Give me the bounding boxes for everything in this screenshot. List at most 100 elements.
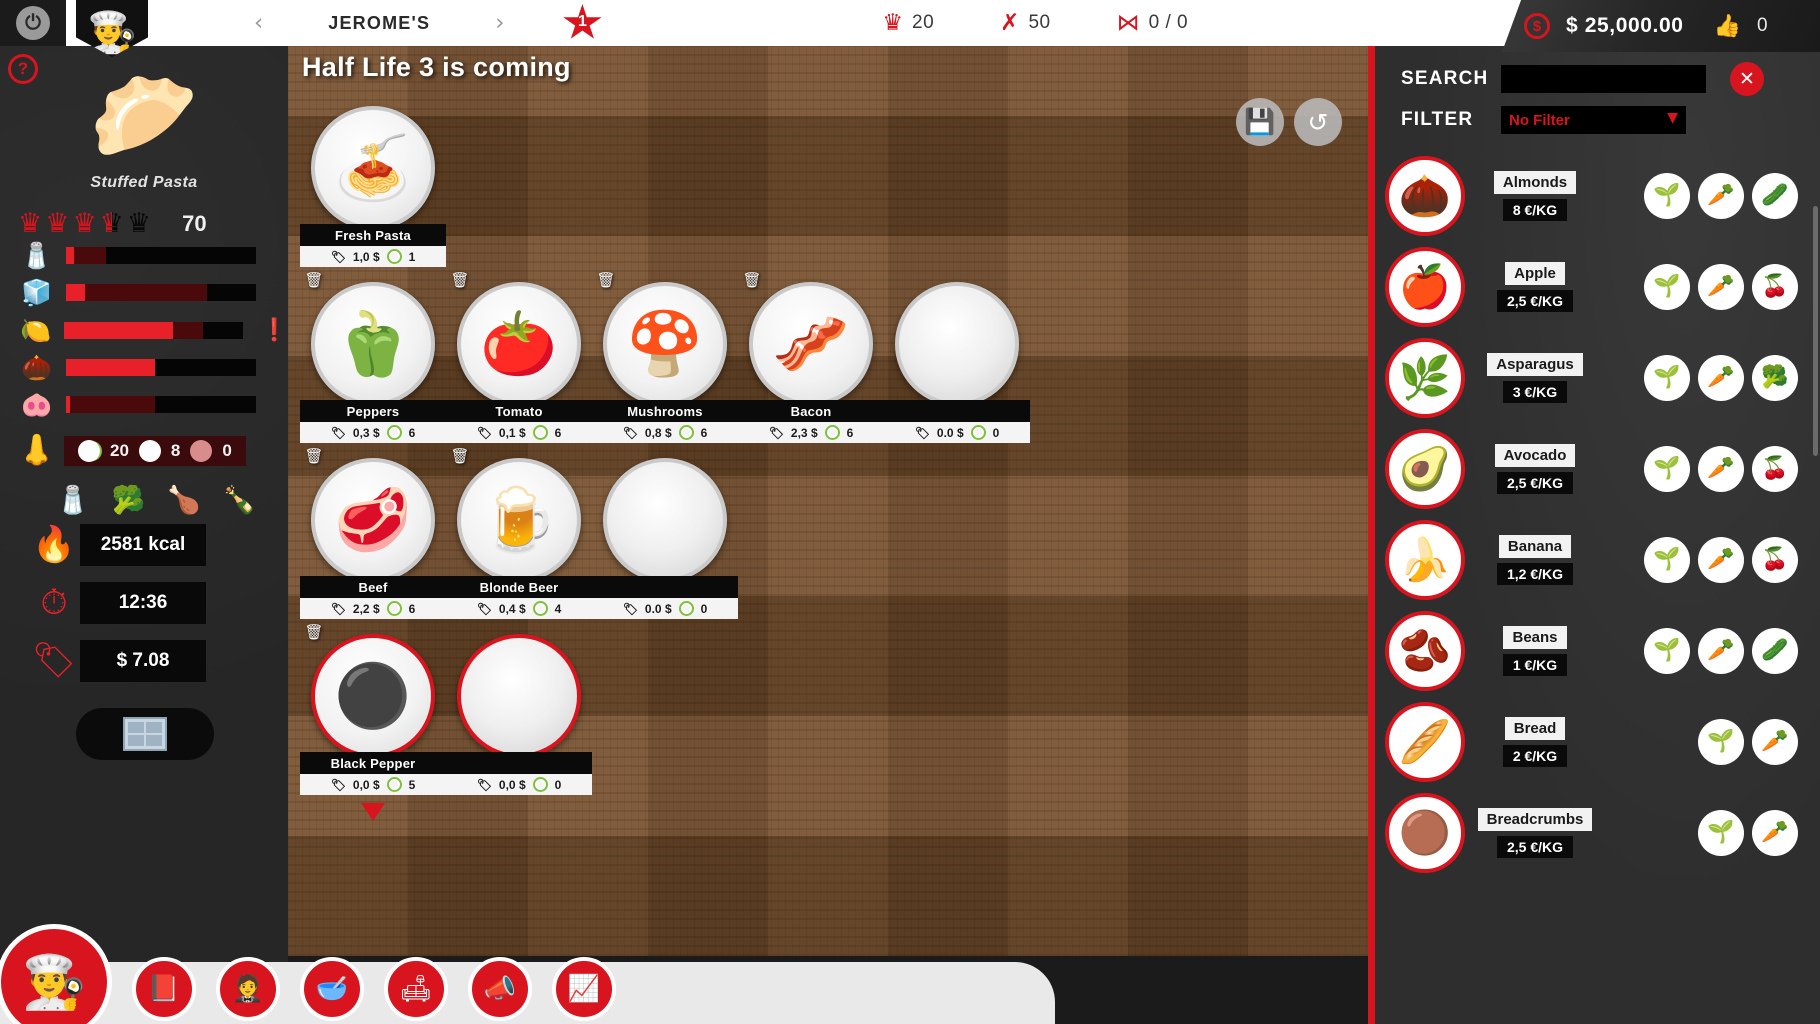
staff-button[interactable]: 🤵 — [216, 957, 280, 1021]
ingredient-image[interactable]: 🍄 — [603, 282, 727, 406]
ingredient-image[interactable] — [603, 458, 727, 582]
shop-item-image[interactable]: 🥖 — [1385, 701, 1465, 782]
ingredient-price: 2,3 $ — [790, 425, 818, 440]
recipe-title[interactable]: Half Life 3 is coming — [302, 52, 571, 83]
ingredient-image[interactable] — [457, 634, 581, 758]
shop-scrollbar[interactable] — [1813, 206, 1818, 456]
ingredient-image[interactable]: 🍺 — [457, 458, 581, 582]
remove-ingredient-icon[interactable]: 🗑 — [740, 268, 764, 292]
kitchen-button[interactable]: 🥣 — [300, 957, 364, 1021]
shop-list-item[interactable]: 🥖 Bread 2 €/KG 🌱 🥕 — [1375, 696, 1820, 787]
shop-list-item[interactable]: 🥑 Avocado 2,5 €/KG 🌱 🥕 🍒 — [1375, 423, 1820, 514]
ingredient-qty: 0 — [554, 777, 562, 792]
ingredient-qty: 6 — [408, 601, 416, 616]
meat-category-icon[interactable]: 🍗 — [167, 484, 201, 516]
ingredient-slot[interactable]: 🏷 0.0 $ 0 — [884, 282, 1030, 443]
remove-ingredient-icon[interactable]: 🗑 — [302, 620, 326, 644]
menu-button[interactable]: 📕 — [132, 957, 196, 1021]
shop-item-name: Breadcrumbs — [1477, 807, 1593, 831]
shop-item-price: 1 €/KG — [1502, 653, 1568, 676]
ingredient-image[interactable]: 🍝 — [311, 106, 435, 230]
help-icon[interactable]: ? — [8, 54, 38, 84]
remove-ingredient-icon[interactable]: 🗑 — [302, 268, 326, 292]
ingredient-name — [884, 400, 1030, 422]
filter-select[interactable]: No Filter — [1501, 106, 1686, 134]
stove-button[interactable] — [76, 708, 214, 760]
shop-item-image[interactable]: 🌰 — [1385, 155, 1465, 236]
ingredient-image[interactable]: 🥩 — [311, 458, 435, 582]
dining-button[interactable]: 🛋 — [384, 957, 448, 1021]
ingredient-slot[interactable]: 🏷 0,0 $ 0 — [446, 634, 592, 795]
drink-category-icon[interactable]: 🍾 — [223, 484, 257, 516]
reset-icon[interactable]: ↺ — [1294, 98, 1342, 146]
shop-list-item[interactable]: 🫘 Beans 1 €/KG 🌱 🥕 🥒 — [1375, 605, 1820, 696]
finance-button[interactable]: 📈 — [552, 957, 616, 1021]
recipe-board[interactable]: Half Life 3 is coming 💾 ↺ 🍝 Fresh Pasta 🏷 1… — [288, 46, 1368, 956]
vegetable-category-icon[interactable]: 🥦 — [112, 484, 146, 516]
ingredient-info: 🏷 2,2 $ 6 — [300, 598, 446, 619]
next-restaurant-arrow[interactable]: › — [459, 10, 540, 36]
ingredient-slot[interactable]: 🗑 🍅 Tomato 🏷 0,1 $ 6 — [446, 271, 592, 443]
price-tag-icon: 🏷 — [476, 777, 492, 792]
ingredient-info: 🏷 0.0 $ 0 — [884, 422, 1030, 443]
shop-item-image[interactable]: 🥑 — [1385, 428, 1465, 509]
search-input[interactable] — [1501, 65, 1706, 93]
money-coin-icon: $ — [1524, 13, 1550, 39]
remove-ingredient-icon[interactable]: 🗑 — [302, 444, 326, 468]
shop-list-item[interactable]: 🌿 Asparagus 3 €/KG 🌱 🥕 🥦 — [1375, 332, 1820, 423]
ingredient-image[interactable] — [895, 282, 1019, 406]
ingredient-slot[interactable]: 🗑 🥩 Beef 🏷 2,2 $ 6 — [300, 447, 446, 619]
ingredient-image[interactable]: 🥓 — [749, 282, 873, 406]
chef-main-button[interactable]: 👨‍🍳 — [0, 924, 112, 1024]
remove-ingredient-icon[interactable]: 🗑 — [448, 444, 472, 468]
diet-badge-icon: 🥕 — [1698, 445, 1744, 492]
ingredient-name — [592, 576, 738, 598]
filter-select-wrap[interactable]: No Filter ▼ — [1501, 106, 1686, 134]
shop-item-name: Bread — [1504, 716, 1566, 740]
shop-list-item[interactable]: 🍌 Banana 1,2 €/KG 🌱 🥕 🍒 — [1375, 514, 1820, 605]
ingredient-qty: 0 — [700, 601, 708, 616]
shop-list-item[interactable]: 🟤 Breadcrumbs 2,5 €/KG 🌱 🥕 — [1375, 787, 1820, 878]
spice-category-icon[interactable]: 🧂 — [56, 484, 90, 516]
quantity-ring-icon — [386, 425, 402, 440]
ingredient-image[interactable]: 🫑 — [311, 282, 435, 406]
shop-item-image[interactable]: 🟤 — [1385, 792, 1465, 873]
top-bar: ⏻ 👨‍🍳 ‹ JEROME'S › 1 ♛ 20 ✗ 50 ⋈ 0 / 0 $… — [0, 0, 1820, 57]
ingredient-price: 0,3 $ — [352, 425, 380, 440]
ingredient-slot[interactable]: 🗑 🫑 Peppers 🏷 0,3 $ 6 — [300, 271, 446, 443]
ingredient-info: 🏷 0,0 $ 0 — [446, 774, 592, 795]
shop-item-list[interactable]: 🌰 Almonds 8 €/KG 🌱 🥕 🥒 🍎 Apple 2,5 €/KG 🌱 🥕 🍒 🌿 Aspar… — [1375, 144, 1820, 1024]
quantity-ring-icon — [824, 425, 840, 440]
rating-hat-2: ♛ — [45, 208, 70, 239]
diet-badge-icon: 🌱 — [1698, 809, 1744, 856]
ingredient-slot[interactable]: 🗑 🍺 Blonde Beer 🏷 0,4 $ 4 — [446, 447, 592, 619]
remove-ingredient-icon[interactable]: 🗑 — [594, 268, 618, 292]
table-seats-icon: ⋈ — [1116, 9, 1140, 36]
prev-restaurant-arrow[interactable]: ‹ — [218, 10, 299, 36]
ingredient-slot[interactable]: 🗑 🥓 Bacon 🏷 2,3 $ 6 — [738, 271, 884, 443]
shop-list-item[interactable]: 🍎 Apple 2,5 €/KG 🌱 🥕 🍒 — [1375, 241, 1820, 332]
marketing-button[interactable]: 📣 — [468, 957, 532, 1021]
diet-badge-icon: 🥦 — [1752, 354, 1798, 401]
remove-ingredient-icon[interactable]: 🗑 — [448, 268, 472, 292]
ingredient-image[interactable]: 🍅 — [457, 282, 581, 406]
power-icon[interactable]: ⏻ — [16, 6, 50, 40]
cost-row: 🏷 $ 7.08 — [0, 632, 288, 690]
ingredient-slot[interactable]: 🗑 ⚫ Black Pepper 🏷 0,0 $ 5 — [300, 623, 446, 821]
cost-value: $ 7.08 — [80, 640, 206, 682]
shop-item-image[interactable]: 🍎 — [1385, 246, 1465, 327]
shop-item-price: 2,5 €/KG — [1496, 471, 1574, 494]
shop-item-image[interactable]: 🫘 — [1385, 610, 1465, 691]
ingredient-slot[interactable]: 🏷 0.0 $ 0 — [592, 458, 738, 619]
shop-item-image[interactable]: 🌿 — [1385, 337, 1465, 418]
ingredient-image[interactable]: ⚫ — [311, 634, 435, 758]
power-button-area[interactable]: ⏻ — [0, 0, 66, 46]
dish-name: Stuffed Pasta — [90, 174, 198, 191]
ingredient-slot[interactable]: 🍝 Fresh Pasta 🏷 1,0 $ 1 — [300, 106, 446, 267]
shop-list-item[interactable]: 🌰 Almonds 8 €/KG 🌱 🥕 🥒 — [1375, 150, 1820, 241]
ingredient-slot[interactable]: 🗑 🍄 Mushrooms 🏷 0,8 $ 6 — [592, 271, 738, 443]
save-icon[interactable]: 💾 — [1236, 98, 1284, 146]
shop-item-badges: 🌱 🥕 🥒 — [1644, 627, 1820, 674]
shop-item-image[interactable]: 🍌 — [1385, 519, 1465, 600]
close-icon[interactable]: ✕ — [1730, 62, 1764, 96]
